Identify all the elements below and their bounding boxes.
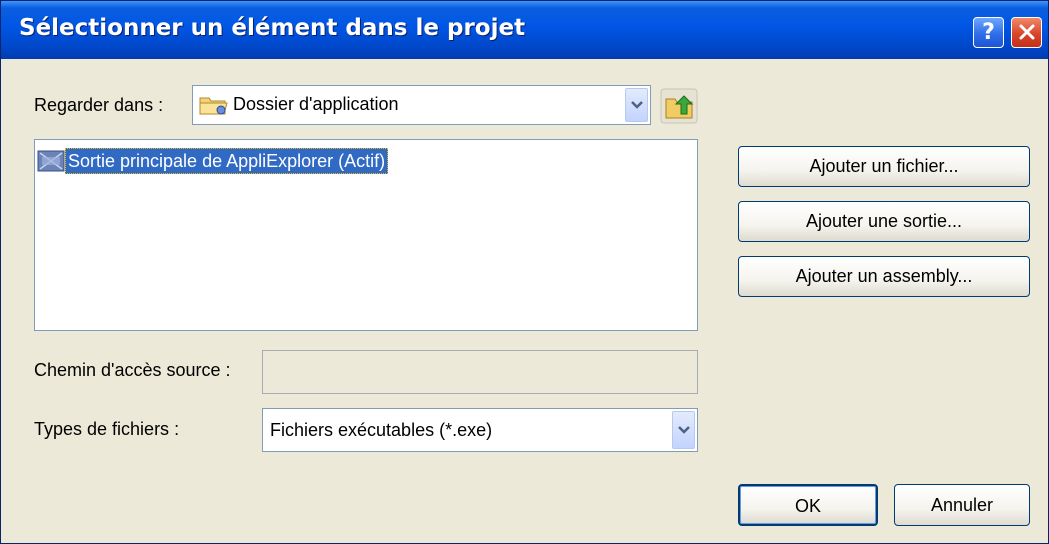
project-output-icon: [37, 150, 65, 172]
add-assembly-button[interactable]: Ajouter un assembly...: [738, 256, 1030, 297]
source-path-field: [262, 350, 698, 394]
cancel-button[interactable]: Annuler: [894, 484, 1030, 526]
file-types-value: Fichiers exécutables (*.exe): [270, 420, 493, 440]
ok-button[interactable]: OK: [738, 484, 878, 526]
file-list[interactable]: Sortie principale de AppliExplorer (Acti…: [34, 139, 698, 331]
file-types-dropdown-button[interactable]: [672, 411, 695, 449]
dialog-title: Sélectionner un élément dans le projet: [19, 15, 526, 41]
dialog-window: Sélectionner un élément dans le projet ?…: [0, 0, 1049, 544]
help-icon: ?: [982, 20, 995, 45]
add-output-button[interactable]: Ajouter une sortie...: [738, 201, 1030, 242]
look-in-value: Dossier d'application: [233, 94, 399, 114]
file-types-dropdown[interactable]: Fichiers exécutables (*.exe): [262, 408, 698, 452]
look-in-label: Regarder dans :: [34, 95, 164, 115]
look-in-dropdown[interactable]: Dossier d'application: [192, 85, 651, 125]
folder-icon: [199, 97, 228, 115]
file-types-label: Types de fichiers :: [34, 419, 180, 439]
help-button[interactable]: ?: [973, 17, 1004, 48]
add-file-button[interactable]: Ajouter un fichier...: [738, 146, 1030, 187]
close-icon: [1018, 22, 1036, 47]
list-item[interactable]: Sortie principale de AppliExplorer (Acti…: [37, 146, 389, 176]
chevron-down-icon: [678, 426, 690, 434]
look-in-dropdown-button[interactable]: [625, 88, 648, 122]
up-one-level-button[interactable]: [659, 87, 699, 125]
close-button[interactable]: [1011, 17, 1042, 48]
list-item-label: Sortie principale de AppliExplorer (Acti…: [65, 148, 389, 174]
title-bar[interactable]: Sélectionner un élément dans le projet ?: [1, 1, 1048, 59]
source-path-label: Chemin d'accès source :: [34, 360, 231, 380]
chevron-down-icon: [631, 101, 643, 109]
folder-up-icon: [660, 88, 698, 124]
